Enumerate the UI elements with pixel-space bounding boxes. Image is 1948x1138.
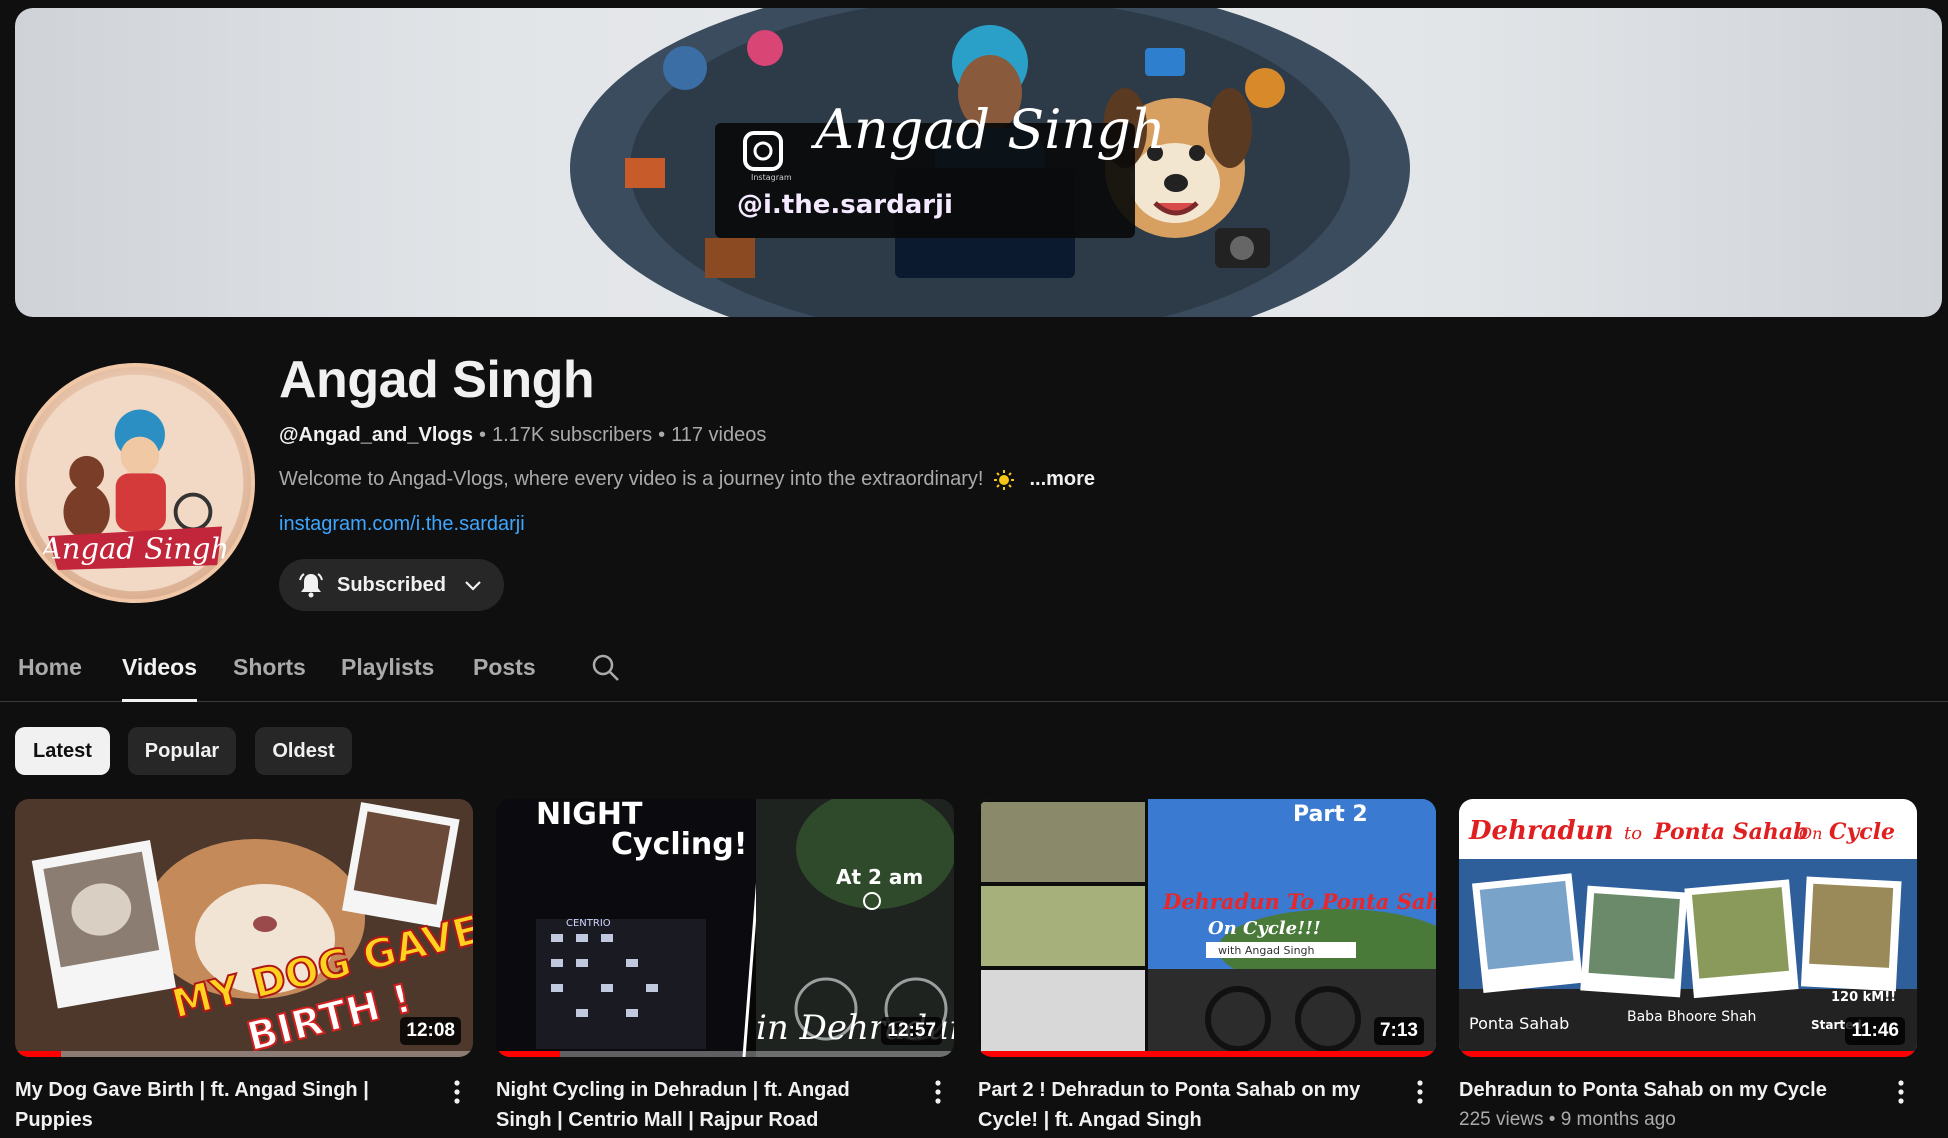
thumb-text: At 2 am — [836, 865, 923, 889]
video-duration: 12:57 — [881, 1017, 942, 1045]
sun-icon — [993, 469, 1015, 491]
more-options-icon[interactable] — [1408, 1077, 1432, 1107]
video-title[interactable]: My Dog Gave Birth | ft. Angad Singh | Pu… — [15, 1075, 425, 1135]
tab-playlists[interactable]: Playlists — [341, 654, 434, 702]
banner-artwork: Angad Singh @i.the.sardarji Instagram — [565, 8, 1415, 317]
video-card[interactable]: Part 2 Dehradun To Ponta Sahab On Cycle!… — [978, 799, 1436, 1138]
thumb-text: CENTRIO — [566, 918, 611, 929]
thumb-text: Part 2 — [1293, 802, 1368, 827]
tab-home[interactable]: Home — [18, 654, 82, 702]
thumb-text: On Cycle!!! — [1208, 918, 1321, 939]
subscribed-button[interactable]: Subscribed — [279, 559, 504, 611]
video-thumbnail[interactable]: Dehradun to Ponta Sahab On Cycle Ponta S… — [1459, 799, 1917, 1057]
chevron-down-icon — [462, 574, 484, 596]
avatar-signature: Angad Singh — [38, 531, 229, 565]
video-title[interactable]: Part 2 ! Dehradun to Ponta Sahab on my C… — [978, 1075, 1388, 1135]
chip-latest[interactable]: Latest — [15, 727, 110, 775]
watch-progress-bar — [496, 1051, 954, 1057]
video-title[interactable]: Dehradun to Ponta Sahab on my Cycle — [1459, 1075, 1869, 1105]
thumb-text: Dehradun — [1468, 816, 1614, 846]
tab-videos[interactable]: Videos — [122, 654, 197, 702]
video-thumbnail[interactable]: MY DOG GAVE BIRTH ! 12:08 — [15, 799, 473, 1057]
banner-platform-label: Instagram — [751, 173, 792, 182]
video-thumbnail[interactable]: Part 2 Dehradun To Ponta Sahab On Cycle!… — [978, 799, 1436, 1057]
banner-handle: @i.the.sardarji — [737, 190, 953, 220]
more-link[interactable]: ...more — [1029, 468, 1095, 491]
channel-handle[interactable]: @Angad_and_Vlogs — [279, 424, 473, 446]
bell-icon — [297, 571, 325, 599]
channel-banner: Angad Singh @i.the.sardarji Instagram — [15, 8, 1942, 317]
video-card[interactable]: NIGHT Cycling! At 2 am in Dehradun CENTR… — [496, 799, 954, 1138]
banner-title: Angad Singh — [810, 98, 1166, 161]
video-duration: 11:46 — [1845, 1017, 1905, 1045]
thumb-text: Ponta Sahab — [1469, 1014, 1569, 1033]
thumb-text: On — [1799, 824, 1822, 843]
video-duration: 12:08 — [400, 1017, 461, 1045]
video-title[interactable]: Night Cycling in Dehradun | ft. Angad Si… — [496, 1075, 906, 1135]
video-card[interactable]: Dehradun to Ponta Sahab On Cycle Ponta S… — [1459, 799, 1917, 1131]
watch-progress-bar — [1459, 1051, 1917, 1057]
subscriber-count: 1.17K subscribers — [492, 424, 653, 446]
separator-dot: • — [478, 424, 486, 446]
channel-avatar[interactable]: Angad Singh — [15, 363, 255, 603]
more-options-icon[interactable] — [445, 1077, 469, 1107]
thumb-text: 120 kM!! — [1831, 990, 1896, 1005]
video-duration: 7:13 — [1373, 1017, 1424, 1045]
video-card[interactable]: MY DOG GAVE BIRTH ! 12:08 My Dog Gave Bi… — [15, 799, 473, 1138]
thumb-text: to — [1624, 823, 1642, 844]
tab-shorts[interactable]: Shorts — [233, 654, 306, 702]
search-icon[interactable] — [590, 652, 622, 684]
channel-tabs: Home Videos Shorts Playlists Posts — [0, 640, 1948, 702]
separator-dot: • — [658, 424, 666, 446]
video-count: 117 videos — [671, 424, 767, 446]
channel-description[interactable]: Welcome to Angad-Vlogs, where every vide… — [279, 468, 1095, 491]
watch-progress-bar — [15, 1051, 473, 1057]
channel-meta: @Angad_and_Vlogs • 1.17K subscribers • 117 v… — [279, 424, 766, 447]
channel-link[interactable]: instagram.com/i.the.sardarji — [279, 513, 525, 536]
more-options-icon[interactable] — [1889, 1077, 1913, 1107]
chip-oldest[interactable]: Oldest — [255, 727, 352, 775]
thumb-text: with Angad Singh — [1218, 944, 1315, 957]
subscribed-label: Subscribed — [337, 573, 446, 596]
video-meta: 225 views • 9 months ago — [1459, 1109, 1676, 1130]
video-thumbnail[interactable]: NIGHT Cycling! At 2 am in Dehradun CENTR… — [496, 799, 954, 1057]
watch-progress-bar — [978, 1051, 1436, 1057]
chip-popular[interactable]: Popular — [128, 727, 236, 775]
channel-name: Angad Singh — [279, 351, 595, 409]
thumb-text: Dehradun To Ponta Sahab — [1162, 889, 1436, 914]
thumb-text: Cycling! — [611, 827, 747, 862]
thumb-text: Cycle — [1829, 819, 1895, 845]
thumb-text: Ponta Sahab — [1653, 819, 1808, 845]
thumb-text: Baba Bhoore Shah — [1627, 1009, 1756, 1025]
more-options-icon[interactable] — [926, 1077, 950, 1107]
description-text: Welcome to Angad-Vlogs, where every vide… — [279, 468, 984, 490]
tab-posts[interactable]: Posts — [473, 654, 536, 702]
